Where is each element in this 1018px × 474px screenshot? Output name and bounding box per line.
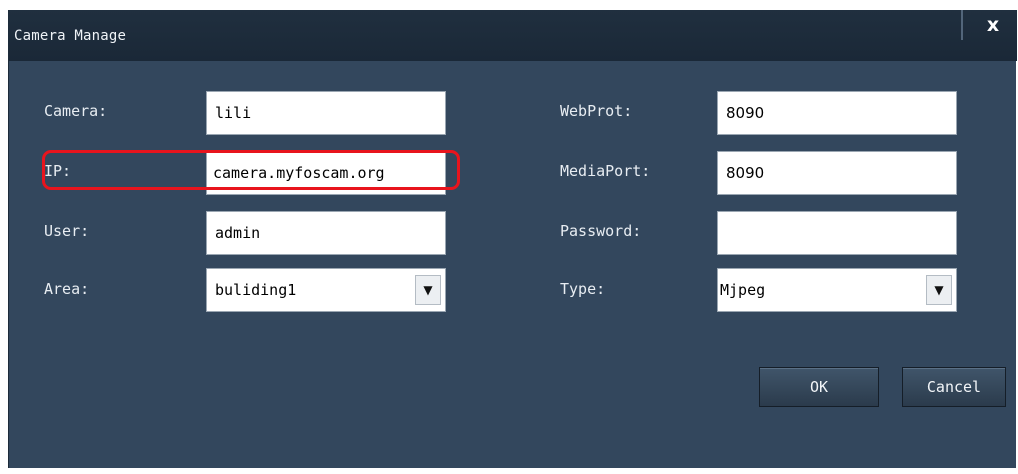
user-input[interactable]: admin [206, 211, 446, 255]
camera-manage-dialog: Camera Manage x Camera: IP: User: Area: … [8, 10, 1017, 468]
webport-input[interactable]: 8090 [717, 91, 957, 135]
user-label: User: [44, 222, 90, 240]
dropdown-arrow-icon[interactable]: ▼ [926, 275, 952, 305]
dialog-titlebar: Camera Manage x [9, 10, 1017, 61]
titlebar-divider [961, 10, 963, 40]
camera-label: Camera: [44, 102, 108, 120]
type-select-value: Mjpeg [720, 281, 766, 299]
close-icon: x [986, 14, 1000, 36]
camera-name-input[interactable]: lili [206, 91, 446, 135]
password-label: Password: [560, 222, 642, 240]
area-select[interactable]: buliding1 ▼ [206, 268, 446, 312]
type-label: Type: [560, 280, 606, 298]
dropdown-arrow-icon[interactable]: ▼ [415, 275, 441, 305]
cancel-button[interactable]: Cancel [902, 367, 1006, 407]
ok-button[interactable]: OK [759, 367, 879, 407]
type-select[interactable]: Mjpeg ▼ [717, 268, 957, 312]
area-select-value: buliding1 [215, 281, 297, 299]
area-label: Area: [44, 280, 90, 298]
ip-highlight-annotation [42, 150, 460, 190]
dialog-title: Camera Manage [14, 28, 127, 44]
password-input[interactable] [717, 211, 957, 255]
webport-label: WebProt: [560, 102, 633, 120]
close-button[interactable]: x [979, 12, 1007, 38]
mediaport-input[interactable]: 8090 [717, 151, 957, 195]
mediaport-label: MediaPort: [560, 162, 651, 180]
